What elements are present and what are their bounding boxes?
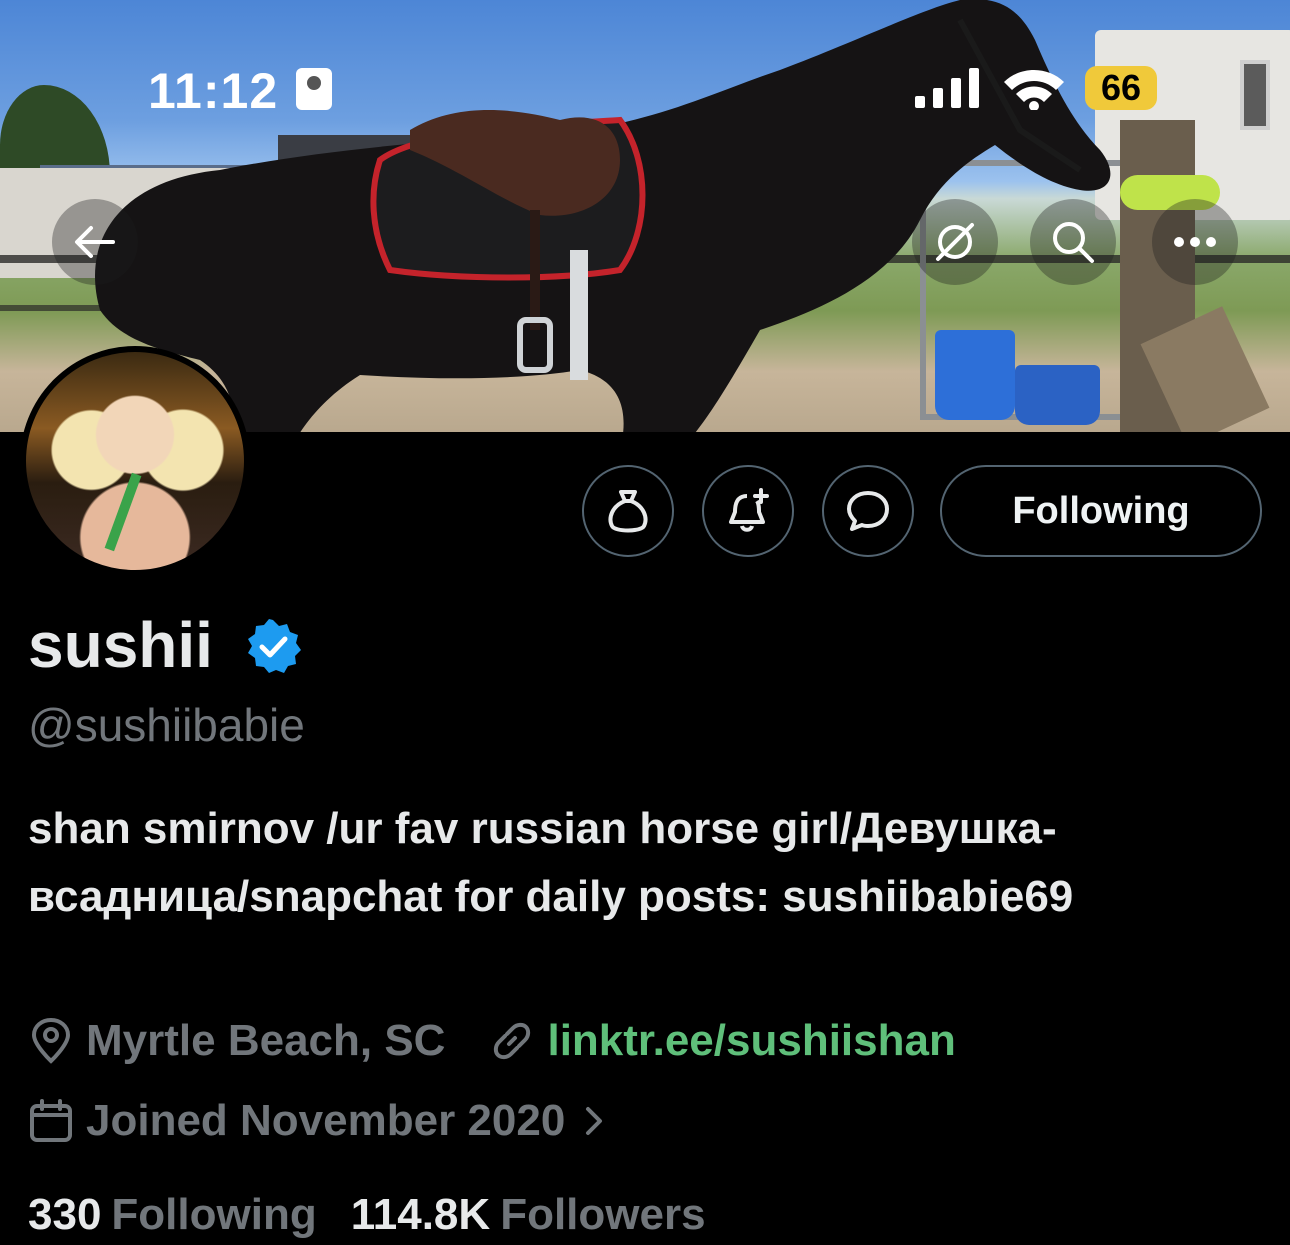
verified-badge-icon[interactable]: [245, 618, 301, 674]
back-arrow-icon: [75, 226, 115, 258]
cellular-signal-icon: [915, 68, 979, 108]
calendar-icon: [30, 1099, 72, 1142]
followers-label[interactable]: Followers: [500, 1190, 705, 1240]
message-icon: [847, 491, 889, 531]
profile-meta-location-link: Myrtle Beach, SC linktr.ee/sushiishan: [28, 1016, 956, 1066]
grok-icon: [936, 223, 974, 261]
profile-bio: shan smirnov /ur fav russian horse girl/…: [28, 804, 1074, 921]
profile-name: sushii: [28, 609, 213, 681]
profile-joined-row[interactable]: Joined November 2020: [28, 1096, 621, 1146]
follow-stats: 330 Following 114.8K Followers: [28, 1190, 740, 1240]
contact-icon: [296, 68, 332, 110]
wifi-icon: [1004, 70, 1064, 110]
message-button[interactable]: [822, 465, 914, 557]
following-count[interactable]: 330: [28, 1190, 101, 1240]
notifications-button[interactable]: [702, 465, 794, 557]
link-icon: [494, 1022, 531, 1060]
following-button[interactable]: Following: [940, 465, 1262, 557]
more-options-button[interactable]: [1152, 199, 1238, 285]
avatar[interactable]: [20, 346, 250, 576]
battery-indicator: 66: [1085, 66, 1157, 110]
status-time: 11:12: [148, 63, 279, 119]
banner-trailer-window: [1240, 60, 1270, 130]
more-icon: [1174, 237, 1216, 247]
tip-button[interactable]: [582, 465, 674, 557]
money-bag-icon: [608, 490, 648, 533]
profile-handle: @sushiibabie: [28, 699, 305, 751]
profile-joined-date: Joined November 2020: [86, 1096, 566, 1145]
following-label[interactable]: Following: [111, 1190, 316, 1240]
search-icon: [1053, 222, 1094, 263]
profile-link[interactable]: linktr.ee/sushiishan: [547, 1016, 955, 1066]
avatar-straw: [104, 472, 142, 552]
chevron-right-icon: [586, 1107, 603, 1135]
search-button[interactable]: [1030, 199, 1116, 285]
bell-plus-icon: [729, 488, 769, 532]
back-button[interactable]: [52, 199, 138, 285]
grok-button[interactable]: [912, 199, 998, 285]
followers-count[interactable]: 114.8K: [351, 1190, 490, 1240]
profile-location: Myrtle Beach, SC: [86, 1016, 446, 1065]
location-pin-icon: [31, 1017, 71, 1064]
